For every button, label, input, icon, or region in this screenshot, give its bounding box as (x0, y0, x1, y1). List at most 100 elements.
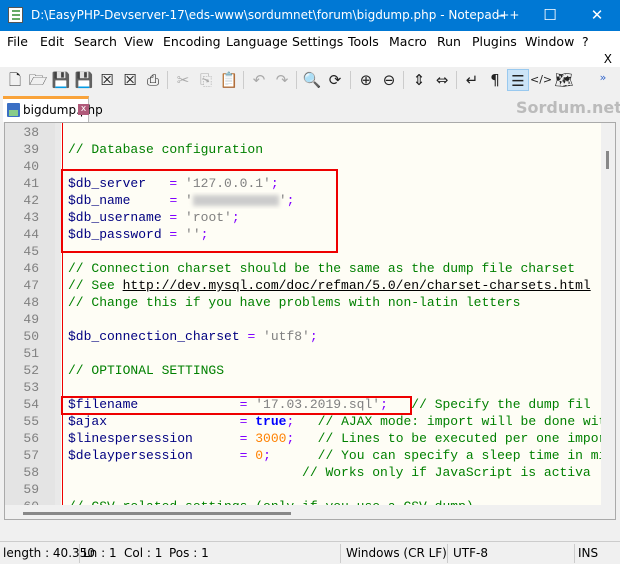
close-button[interactable]: ✕ (582, 4, 612, 26)
horizontal-scrollbar[interactable] (5, 505, 601, 519)
find-icon[interactable]: 🔍 (301, 69, 323, 91)
menu-macro[interactable]: Macro (389, 34, 427, 49)
menu-window[interactable]: Window (525, 34, 574, 49)
code-line[interactable]: 50 $db_connection_charset = 'utf8'; (5, 328, 601, 345)
sync-horizontal-icon[interactable]: ⇔ (431, 69, 453, 91)
menu-edit[interactable]: Edit (40, 34, 64, 49)
paste-icon[interactable]: 📋 (218, 69, 240, 91)
token-cmt: // You can specify a sleep time in mi (270, 448, 601, 463)
line-number: 51 (23, 346, 39, 361)
code-line[interactable]: 38 (5, 124, 601, 141)
token-op: ; (263, 448, 271, 463)
minimize-button[interactable]: – (486, 4, 516, 26)
token-str: 'utf8' (255, 329, 310, 344)
menu-tools[interactable]: Tools (348, 34, 379, 49)
close-icon[interactable]: ☒ (96, 69, 118, 91)
code-line[interactable]: 48 // Change this if you have problems wi… (5, 294, 601, 311)
close-all-icon[interactable]: ☒ (119, 69, 141, 91)
save-all-icon[interactable]: 💾 (73, 69, 95, 91)
code-line[interactable]: 46 // Connection charset should be the sa… (5, 260, 601, 277)
token-cmt: // Works only if JavaScript is activa (302, 465, 591, 480)
tab-close-button[interactable]: x (78, 104, 89, 115)
code-text: // Works only if JavaScript is activa (68, 464, 591, 481)
menu-plugins[interactable]: Plugins (472, 34, 517, 49)
horizontal-scroll-thumb[interactable] (23, 512, 291, 515)
code-line[interactable]: 49 (5, 311, 601, 328)
toolbar-separator (350, 71, 351, 89)
vertical-scroll-thumb[interactable] (606, 151, 609, 169)
zoom-out-icon[interactable]: ⊖ (378, 69, 400, 91)
tab-bigdump-php[interactable]: bigdump.php x (3, 96, 103, 122)
token-var: $ajax (68, 414, 108, 429)
close-document-button[interactable]: X (604, 52, 612, 66)
tab-label: bigdump.php (23, 103, 103, 117)
show-all-chars-icon[interactable]: ¶ (484, 69, 506, 91)
highlight-box-filename (61, 396, 412, 415)
status-encoding[interactable]: UTF-8 (453, 546, 488, 560)
redo-icon[interactable]: ↷ (271, 69, 293, 91)
code-line[interactable]: 39 // Database configuration (5, 141, 601, 158)
line-number: 40 (23, 159, 39, 174)
code-text: $ajax = true; // AJAX mode: import will … (68, 413, 601, 430)
code-line[interactable]: 53 (5, 379, 601, 396)
status-eol[interactable]: Windows (CR LF) (346, 546, 447, 560)
xml-tag-icon[interactable]: </> (530, 69, 552, 91)
line-number: 38 (23, 125, 39, 140)
menu-view[interactable]: View (124, 34, 154, 49)
toolbar: » 🗋 🗁 💾 💾 ☒ ☒ ⎙ ✂ ⎘ 📋 ↶ ↷ 🔍 ⟳ ⊕ ⊖ ⇕ ⇔ ↵ ¶ ☰ </> 🗺 (0, 67, 620, 94)
document-map-icon[interactable]: 🗺 (553, 69, 575, 91)
menu-help[interactable]: ? (582, 34, 589, 49)
status-bar: length : 40.350 Ln : 1 Col : 1 Pos : 1 W… (0, 541, 620, 564)
vertical-scrollbar[interactable] (601, 123, 615, 519)
copy-icon[interactable]: ⎘ (195, 69, 217, 91)
indent-guide-icon[interactable]: ☰ (507, 69, 529, 91)
menu-run[interactable]: Run (437, 34, 461, 49)
menu-language[interactable]: Language (226, 34, 288, 49)
line-number: 50 (23, 329, 39, 344)
code-line[interactable]: 51 (5, 345, 601, 362)
token-cmt: // Database configuration (68, 142, 264, 157)
menu-search[interactable]: Search (74, 34, 117, 49)
open-folder-icon[interactable]: 🗁 (27, 69, 49, 91)
code-line[interactable]: 47 // See http://dev.mysql.com/doc/refman… (5, 277, 601, 294)
title-bar: D:\EasyPHP-Devserver-17\eds-www\sordumne… (0, 0, 620, 31)
tab-bar: bigdump.php x Sordum.net (0, 94, 620, 122)
code-text: // Change this if you have problems with… (68, 294, 520, 311)
line-number: 56 (23, 431, 39, 446)
code-line[interactable]: 59 (5, 481, 601, 498)
toolbar-separator (243, 71, 244, 89)
new-file-icon[interactable]: 🗋 (4, 69, 26, 91)
print-icon[interactable]: ⎙ (142, 69, 164, 91)
zoom-in-icon[interactable]: ⊕ (355, 69, 377, 91)
undo-icon[interactable]: ↶ (248, 69, 270, 91)
word-wrap-icon[interactable]: ↵ (461, 69, 483, 91)
code-line[interactable]: 56 $linespersession = 3000; // Lines to b… (5, 430, 601, 447)
sync-vertical-icon[interactable]: ⇕ (408, 69, 430, 91)
status-line: Ln : 1 (83, 546, 117, 560)
menu-encoding[interactable]: Encoding (163, 34, 221, 49)
cut-icon[interactable]: ✂ (172, 69, 194, 91)
menu-file[interactable]: File (7, 34, 28, 49)
replace-icon[interactable]: ⟳ (324, 69, 346, 91)
status-insert-mode[interactable]: INS (578, 546, 598, 560)
code-line[interactable]: 57 $delaypersession = 0; // You can speci… (5, 447, 601, 464)
code-line[interactable]: 52 // OPTIONAL SETTINGS (5, 362, 601, 379)
maximize-button[interactable]: ☐ (535, 4, 565, 26)
notepad-plus-plus-icon (8, 7, 23, 23)
token-op: = (239, 329, 256, 344)
token-num: 3000 (247, 431, 287, 446)
token-url[interactable]: http://dev.mysql.com/doc/refman/5.0/en/c… (123, 278, 591, 293)
code-editor[interactable]: 38 39// Database configuration 40 41 $db_ser… (4, 122, 616, 520)
token-var: $linespersession (68, 431, 193, 446)
save-icon[interactable]: 💾 (50, 69, 72, 91)
line-number: 49 (23, 312, 39, 327)
token-num: 0 (247, 448, 264, 463)
code-line[interactable]: 58 // Works only if JavaScript is activa (5, 464, 601, 481)
code-text: $db_connection_charset = 'utf8'; (68, 328, 318, 345)
token-kw: true (247, 414, 287, 429)
toolbar-overflow-button[interactable]: » (592, 67, 614, 89)
menu-settings[interactable]: Settings (292, 34, 343, 49)
toolbar-separator (403, 71, 404, 89)
code-line[interactable]: 55 $ajax = true; // AJAX mode: import wil… (5, 413, 601, 430)
code-text: // Database configuration (68, 141, 263, 158)
